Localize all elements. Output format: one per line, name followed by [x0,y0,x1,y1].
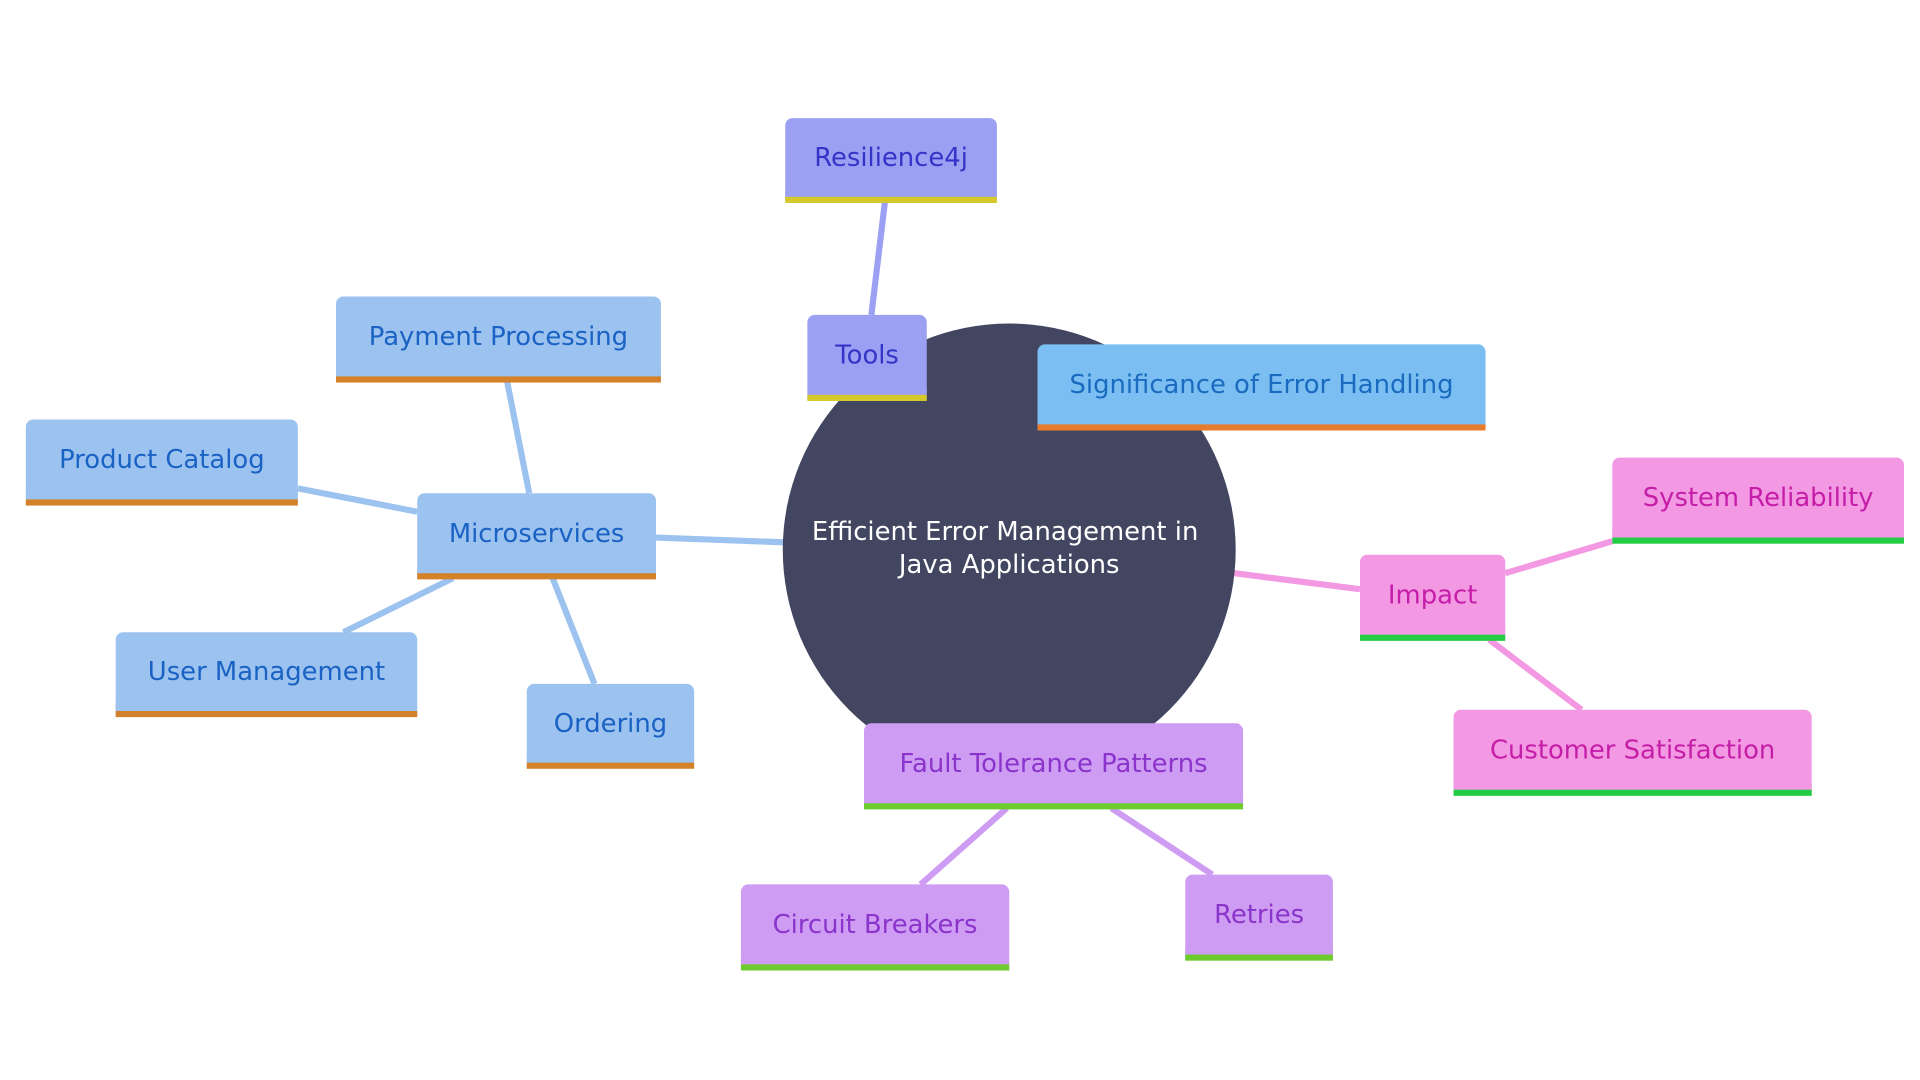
node-underline [740,964,1010,971]
edge-microservices-to-payment [504,380,533,494]
node-label: Impact [1388,580,1477,610]
node-label: Product Catalog [59,445,265,475]
node-microservices[interactable]: Microservices [417,493,656,580]
node-underline [526,762,695,769]
node-fault[interactable]: Fault Tolerance Patterns [864,723,1244,810]
node-tools[interactable]: Tools [807,314,927,402]
root-label-line-2: Java Applications [897,550,1120,580]
node-satisfaction[interactable]: Customer Satisfaction [1453,709,1812,796]
edge-microservices-to-users [342,575,455,636]
edge-impact-to-satisfaction [1487,637,1584,713]
mindmap-canvas: Efficient Error Management in Java Appli… [25,118,1904,971]
edge-microservices-to-catalog [297,485,418,515]
node-retries[interactable]: Retries [1185,874,1333,961]
node-label: Ordering [554,709,667,739]
node-label: Customer Satisfaction [1490,735,1775,765]
node-underline [1037,424,1486,431]
node-label: Tools [834,340,899,370]
node-underline [1612,537,1904,544]
node-label: Payment Processing [369,322,628,352]
node-label: Fault Tolerance Patterns [900,749,1208,779]
node-significance[interactable]: Significance of Error Handling [1037,344,1486,431]
edge-impact-to-reliability [1504,538,1614,577]
node-ordering[interactable]: Ordering [526,683,695,769]
node-underline [1185,954,1333,961]
node-underline [115,710,418,718]
node-payment[interactable]: Payment Processing [336,296,661,383]
node-label: System Reliability [1643,483,1874,513]
node-label: Resilience4j [814,143,968,173]
edge-tools-to-resilience4j [868,201,888,316]
node-resilience4j[interactable]: Resilience4j [785,118,997,203]
edge-microservices-to-ordering [549,577,598,686]
node-underline [25,499,298,506]
node-underline [336,376,661,383]
edge-fault-to-circuit [918,805,1009,887]
node-underline [864,803,1244,810]
node-underline [1453,789,1812,796]
node-underline [1360,634,1506,641]
node-label: Retries [1214,900,1304,930]
node-users[interactable]: User Management [115,632,418,718]
node-label: User Management [148,657,385,687]
node-underline [807,394,927,402]
edge-root-to-impact [1234,570,1361,593]
node-label: Microservices [449,519,625,549]
node-impact[interactable]: Impact [1360,554,1506,641]
edge-fault-to-retries [1109,805,1214,878]
node-underline [417,573,656,580]
node-reliability[interactable]: System Reliability [1612,457,1904,544]
node-label: Circuit Breakers [773,910,978,940]
node-catalog[interactable]: Product Catalog [25,419,298,506]
node-underline [785,196,997,203]
edge-root-to-microservices [655,534,788,546]
node-circuit[interactable]: Circuit Breakers [740,884,1010,971]
root-label-line-1: Efficient Error Management in [812,517,1198,547]
node-label: Significance of Error Handling [1070,370,1454,400]
